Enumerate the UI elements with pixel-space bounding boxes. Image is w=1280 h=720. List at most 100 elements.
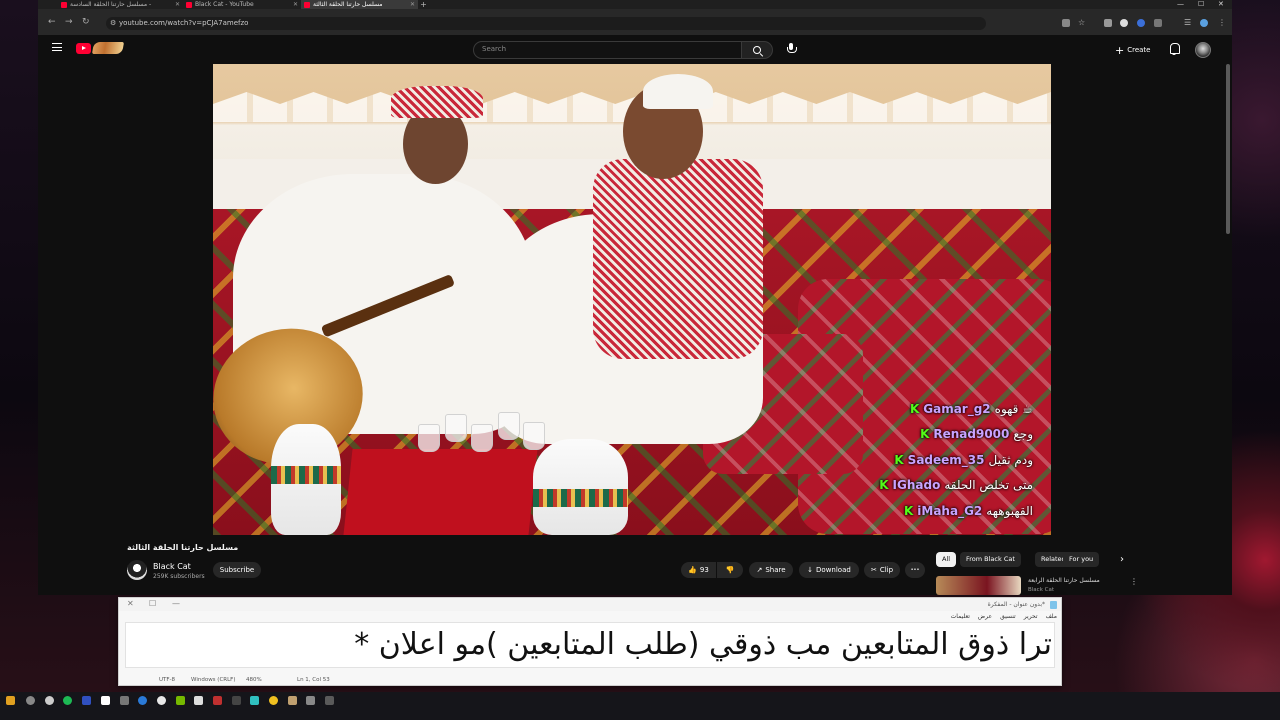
video-frame-dallah xyxy=(271,424,341,535)
search-button[interactable] xyxy=(742,41,773,59)
tab-title: مسلسل حارتنا الحلقة الثالثة xyxy=(313,1,383,8)
chat-username: IGhado xyxy=(892,478,941,493)
taskbar-app-icon[interactable] xyxy=(232,696,241,705)
chat-message: قهوه ☕ Gamar_g2 K xyxy=(823,396,1033,422)
chat-overlay: قهوه ☕ Gamar_g2 K وجع Renad9000 K ودم ثق… xyxy=(823,396,1033,524)
extensions-puzzle-icon[interactable] xyxy=(1154,19,1162,27)
chevron-right-icon[interactable]: › xyxy=(1120,554,1124,565)
kick-badge-icon: K xyxy=(903,503,914,518)
taskbar-app-icon[interactable] xyxy=(45,696,54,705)
chip-from-black-cat[interactable]: From Black Cat xyxy=(960,552,1021,567)
taskbar-app-icon[interactable] xyxy=(157,696,166,705)
bookmark-star-icon[interactable]: ☆ xyxy=(1078,19,1086,27)
taskbar-app-icon[interactable] xyxy=(194,696,203,705)
taskbar-app-icon[interactable] xyxy=(288,696,297,705)
page-scrollbar[interactable] xyxy=(1226,64,1230,234)
subscribe-button[interactable]: Subscribe xyxy=(213,562,261,578)
taskbar-app-icon[interactable] xyxy=(306,696,315,705)
maximize-window-button[interactable]: ☐ xyxy=(1198,0,1204,9)
taskbar-app-icon[interactable] xyxy=(250,696,259,705)
printer-extension-icon[interactable] xyxy=(1104,19,1112,27)
taskbar-app-icon[interactable] xyxy=(213,696,222,705)
search-input[interactable]: Search xyxy=(473,41,742,59)
account-avatar[interactable] xyxy=(1195,42,1211,58)
notepad-text-area[interactable]: ترا ذوق المتابعين مب ذوقي (طلب المتابعين… xyxy=(125,622,1055,668)
back-icon[interactable]: ← xyxy=(48,17,56,27)
taskbar-app-icon[interactable] xyxy=(138,696,147,705)
url-field[interactable]: ⚙ youtube.com/watch?v=pCJA7amefzo xyxy=(106,17,986,30)
tab-close-icon[interactable]: ✕ xyxy=(410,1,415,8)
tab-close-icon[interactable]: ✕ xyxy=(293,1,298,8)
taskbar-app-icon[interactable] xyxy=(120,696,129,705)
like-button[interactable]: 👍 93 xyxy=(681,562,716,578)
scissors-icon: ✂ xyxy=(870,566,877,574)
share-icon: ↗ xyxy=(756,566,763,574)
video-player[interactable]: قهوه ☕ Gamar_g2 K وجع Renad9000 K ودم ثق… xyxy=(213,64,1051,535)
status-encoding: UTF-8 xyxy=(159,677,176,683)
recommendation-menu-icon[interactable]: ⋮ xyxy=(1130,577,1138,586)
channel-name[interactable]: Black Cat xyxy=(153,562,191,571)
profile-icon[interactable] xyxy=(1200,19,1208,27)
browser-menu-icon[interactable]: ⋮ xyxy=(1218,19,1226,27)
clip-button[interactable]: ✂ Clip xyxy=(864,562,900,578)
nvidia-icon[interactable] xyxy=(176,696,185,705)
minimize-window-button[interactable]: — xyxy=(1177,0,1184,9)
download-button[interactable]: ↓ Download xyxy=(799,562,859,578)
notepad-minimize-button[interactable]: — xyxy=(172,599,180,608)
chip-for-you[interactable]: For you xyxy=(1063,552,1100,567)
video-frame-cup xyxy=(445,414,467,442)
new-tab-icon[interactable]: + xyxy=(419,0,428,9)
kick-badge-icon: K xyxy=(879,478,889,493)
search-icon xyxy=(753,46,761,54)
recommendation-title[interactable]: مسلسل حارتنا الحلقة الرابعة xyxy=(1028,577,1100,584)
kick-badge-icon: K xyxy=(894,452,904,467)
downloads-icon[interactable]: ☰ xyxy=(1184,19,1192,27)
taskbar-app-icon[interactable] xyxy=(26,696,35,705)
chat-message: متى تخلص الحلقه IGhado K xyxy=(823,473,1033,499)
download-icon: ↓ xyxy=(807,566,814,574)
youtube-logo-icon[interactable] xyxy=(76,43,91,54)
notepad-app-icon xyxy=(1050,601,1057,609)
menu-file[interactable]: ملف xyxy=(1046,611,1057,622)
chrome-icon[interactable] xyxy=(269,696,278,705)
create-button[interactable]: + Create xyxy=(1115,42,1150,58)
menu-format[interactable]: تنسيق xyxy=(1000,611,1016,622)
tab-episode-6[interactable]: مسلسل حارتنا الحلقة السادسة - ✕ xyxy=(58,0,183,9)
more-actions-button[interactable]: ••• xyxy=(905,562,925,578)
tab-title: مسلسل حارتنا الحلقة السادسة - xyxy=(70,1,152,8)
cast-icon[interactable] xyxy=(1062,19,1070,27)
taskbar-app-icon[interactable] xyxy=(101,696,110,705)
dislike-button[interactable]: 👎 xyxy=(717,562,743,578)
menu-view[interactable]: عرض xyxy=(978,611,992,622)
share-button[interactable]: ↗ Share xyxy=(749,562,793,578)
video-frame-cup xyxy=(498,412,520,440)
recommendation-thumbnail[interactable] xyxy=(936,576,1021,595)
extension-icon[interactable] xyxy=(1137,19,1145,27)
channel-avatar[interactable] xyxy=(127,560,147,580)
tab-close-icon[interactable]: ✕ xyxy=(175,1,180,8)
chip-all[interactable]: All xyxy=(936,552,957,567)
menu-edit[interactable]: تحرير xyxy=(1024,611,1038,622)
taskbar-app-icon[interactable] xyxy=(325,696,334,705)
clip-label: Clip xyxy=(879,566,894,574)
chat-text: ودم ثقيل xyxy=(988,452,1033,467)
forward-icon[interactable]: → xyxy=(65,17,73,27)
start-icon[interactable] xyxy=(6,696,15,705)
reload-icon[interactable]: ↻ xyxy=(82,17,90,27)
notifications-bell-icon[interactable] xyxy=(1169,43,1180,55)
spotify-icon[interactable] xyxy=(63,696,72,705)
voice-search-icon[interactable] xyxy=(786,42,797,58)
tab-black-cat[interactable]: Black Cat - YouTube ✕ xyxy=(183,0,301,9)
close-window-button[interactable]: ✕ xyxy=(1218,0,1224,9)
extension-icon[interactable] xyxy=(1120,19,1128,27)
guide-menu-icon[interactable] xyxy=(52,43,62,51)
taskbar-app-icon[interactable] xyxy=(82,696,91,705)
tab-episode-3[interactable]: مسلسل حارتنا الحلقة الثالثة ✕ xyxy=(301,0,418,9)
video-frame-thermos-band xyxy=(533,489,628,507)
menu-help[interactable]: تعليمات xyxy=(951,611,970,622)
notepad-close-button[interactable]: ✕ xyxy=(127,599,134,608)
site-info-icon[interactable]: ⚙ xyxy=(110,19,116,27)
kick-badge-icon: K xyxy=(909,401,920,416)
youtube-doodle[interactable] xyxy=(91,42,125,54)
notepad-maximize-button[interactable]: ☐ xyxy=(149,599,156,608)
